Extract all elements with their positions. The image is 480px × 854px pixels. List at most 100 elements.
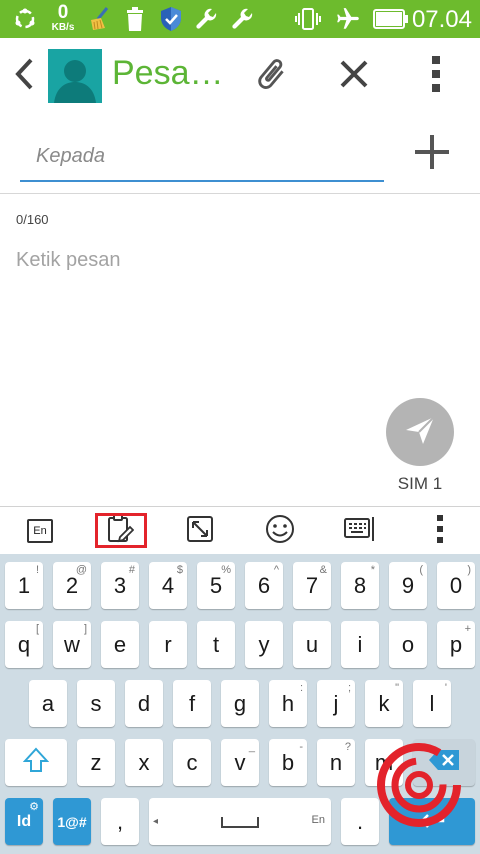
key-k[interactable]: " k <box>365 680 403 727</box>
key-label: f <box>188 690 196 716</box>
key-hint: " <box>395 682 399 694</box>
symbols-key[interactable]: 1@# <box>53 798 91 845</box>
language-button[interactable]: En <box>24 515 56 547</box>
key-x[interactable]: x <box>125 739 163 786</box>
key-4[interactable]: $4 <box>149 562 187 609</box>
shift-key[interactable] <box>5 739 67 786</box>
clock: 07.04 <box>411 6 472 33</box>
key-label: n <box>329 749 343 775</box>
key-label: 4 <box>161 572 175 598</box>
airplane-icon <box>334 5 362 33</box>
keyboard-toolbar: En <box>0 506 480 554</box>
key-8[interactable]: * 8 <box>341 562 379 609</box>
key-f[interactable]: f <box>173 680 211 727</box>
avatar[interactable] <box>48 49 102 103</box>
key-hint: ! <box>35 564 39 576</box>
key-v[interactable]: _ v <box>221 739 259 786</box>
key-hint: % <box>221 564 231 576</box>
add-recipient-button[interactable] <box>410 132 454 176</box>
key-6[interactable]: ^ 6 <box>245 562 283 609</box>
key-2[interactable]: @2 <box>53 562 91 609</box>
message-input[interactable] <box>10 240 390 280</box>
keyboard-settings-button[interactable] <box>344 515 376 547</box>
key-label: 8 <box>353 572 367 598</box>
key-7[interactable]: & 7 <box>293 562 331 609</box>
key-5[interactable]: % 5 <box>197 562 235 609</box>
more-vert-icon <box>437 514 443 548</box>
plus-icon <box>413 133 451 176</box>
key-a[interactable]: a <box>29 680 67 727</box>
key-u[interactable]: u <box>293 621 331 668</box>
key-d[interactable]: d <box>125 680 163 727</box>
shield-icon <box>158 5 184 33</box>
key-label: k <box>378 690 390 716</box>
key-label: l <box>429 690 435 716</box>
vibrate-icon <box>294 5 322 33</box>
key-3[interactable]: #3 <box>101 562 139 609</box>
key-g[interactable]: g <box>221 680 259 727</box>
comma-key[interactable]: , <box>101 798 139 845</box>
language-badge: En <box>33 525 47 537</box>
close-button[interactable] <box>332 54 376 98</box>
key-label: , <box>116 808 124 834</box>
clipboard-highlight <box>95 513 147 548</box>
sim-label: SIM 1 <box>397 474 443 493</box>
key-label: . <box>356 808 364 834</box>
keyboard-more-button[interactable] <box>424 514 456 548</box>
key-z[interactable]: z <box>77 739 115 786</box>
key-e[interactable]: e <box>101 621 139 668</box>
key-0[interactable]: ) 0 <box>437 562 475 609</box>
watermark-logo <box>374 740 464 830</box>
key-label: t <box>212 631 220 657</box>
key-label: j <box>333 690 339 716</box>
key-hint: ) <box>467 564 471 576</box>
key-y[interactable]: y <box>245 621 283 668</box>
recipient-field-container <box>20 132 384 182</box>
key-1[interactable]: ! 1 <box>5 562 43 609</box>
key-hint: ; <box>347 682 351 694</box>
key-label: g <box>233 690 247 716</box>
key-label: u <box>305 631 319 657</box>
recipient-input[interactable] <box>20 132 384 180</box>
send-button[interactable] <box>386 398 454 466</box>
attach-button[interactable] <box>248 54 294 98</box>
key-label: p <box>449 631 463 657</box>
space-key[interactable]: ◂ En <box>149 798 331 845</box>
key-b[interactable]: -b <box>269 739 307 786</box>
emoji-icon <box>265 514 295 549</box>
key-i[interactable]: i <box>341 621 379 668</box>
key-label: a <box>41 690 55 716</box>
shift-icon <box>22 747 50 779</box>
key-9[interactable]: (9 <box>389 562 427 609</box>
emoji-button[interactable] <box>264 514 296 549</box>
key-label: w <box>64 631 80 657</box>
key-hint: ] <box>83 623 87 635</box>
key-label: 1 <box>17 572 31 598</box>
key-w[interactable]: ] w <box>53 621 91 668</box>
key-o[interactable]: o <box>389 621 427 668</box>
key-c[interactable]: c <box>173 739 211 786</box>
key-s[interactable]: s <box>77 680 115 727</box>
cursor-left-icon: ◂ <box>153 816 159 827</box>
key-q[interactable]: [q <box>5 621 43 668</box>
key-p[interactable]: + p <box>437 621 475 668</box>
key-j[interactable]: ; j <box>317 680 355 727</box>
language-key[interactable]: ⚙ Id <box>5 798 43 845</box>
overflow-menu-button[interactable] <box>420 54 452 98</box>
key-hint: $ <box>176 564 183 576</box>
back-button[interactable] <box>6 56 42 96</box>
key-label: Id <box>16 812 32 830</box>
key-hint: ? <box>344 741 351 753</box>
net-speed: 0 KB/s <box>46 3 80 33</box>
key-hint: @ <box>75 564 87 576</box>
key-h[interactable]: :h <box>269 680 307 727</box>
key-r[interactable]: r <box>149 621 187 668</box>
key-n[interactable]: ? n <box>317 739 355 786</box>
key-l[interactable]: ' l <box>413 680 451 727</box>
space-lang-label: En <box>311 814 325 826</box>
key-hint: ( <box>419 564 423 576</box>
resize-button[interactable] <box>184 515 216 547</box>
close-icon <box>338 58 370 95</box>
key-hint: # <box>128 564 135 576</box>
key-t[interactable]: t <box>197 621 235 668</box>
